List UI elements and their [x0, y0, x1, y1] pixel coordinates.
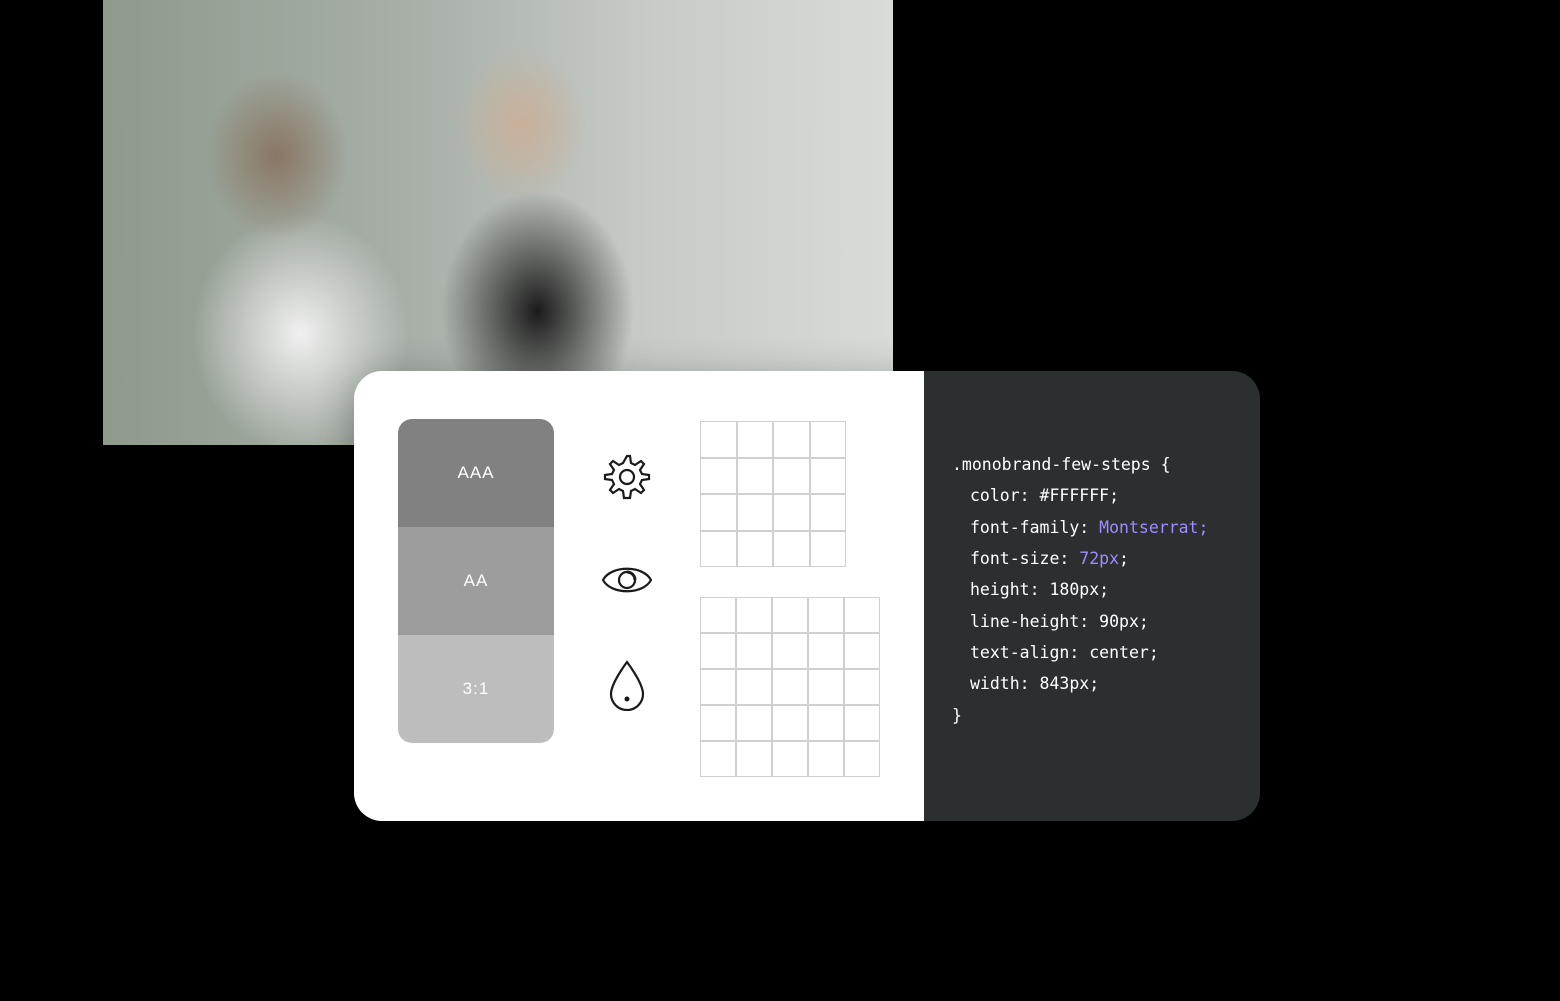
code-line-width: width: 843px;: [952, 668, 1240, 699]
icons-column: [592, 419, 662, 743]
code-line-font-family: font-family: Montserrat;: [952, 512, 1240, 543]
code-selector-line: .monobrand-few-steps {: [952, 449, 1240, 480]
code-line-font-size: font-size: 72px;: [952, 543, 1240, 574]
code-panel: .monobrand-few-steps { color: #FFFFFF; f…: [924, 371, 1260, 821]
swatch-aa: AA: [398, 527, 554, 635]
design-system-card: AAA AA 3:1: [354, 371, 1260, 821]
code-line-text-align: text-align: center;: [952, 637, 1240, 668]
eye-icon: [601, 561, 653, 604]
grids-column: [700, 419, 880, 777]
grid-5x5: [700, 597, 880, 777]
card-left-panel: AAA AA 3:1: [354, 371, 924, 821]
code-line-line-height: line-height: 90px;: [952, 606, 1240, 637]
swatch-aaa: AAA: [398, 419, 554, 527]
gear-icon: [602, 452, 652, 507]
contrast-swatches: AAA AA 3:1: [398, 419, 554, 743]
drop-icon: [607, 659, 647, 716]
code-line-color: color: #FFFFFF;: [952, 480, 1240, 511]
code-line-height: height: 180px;: [952, 574, 1240, 605]
swatch-3-1: 3:1: [398, 635, 554, 743]
code-close-brace: }: [952, 700, 1240, 731]
grid-4x4: [700, 421, 846, 567]
